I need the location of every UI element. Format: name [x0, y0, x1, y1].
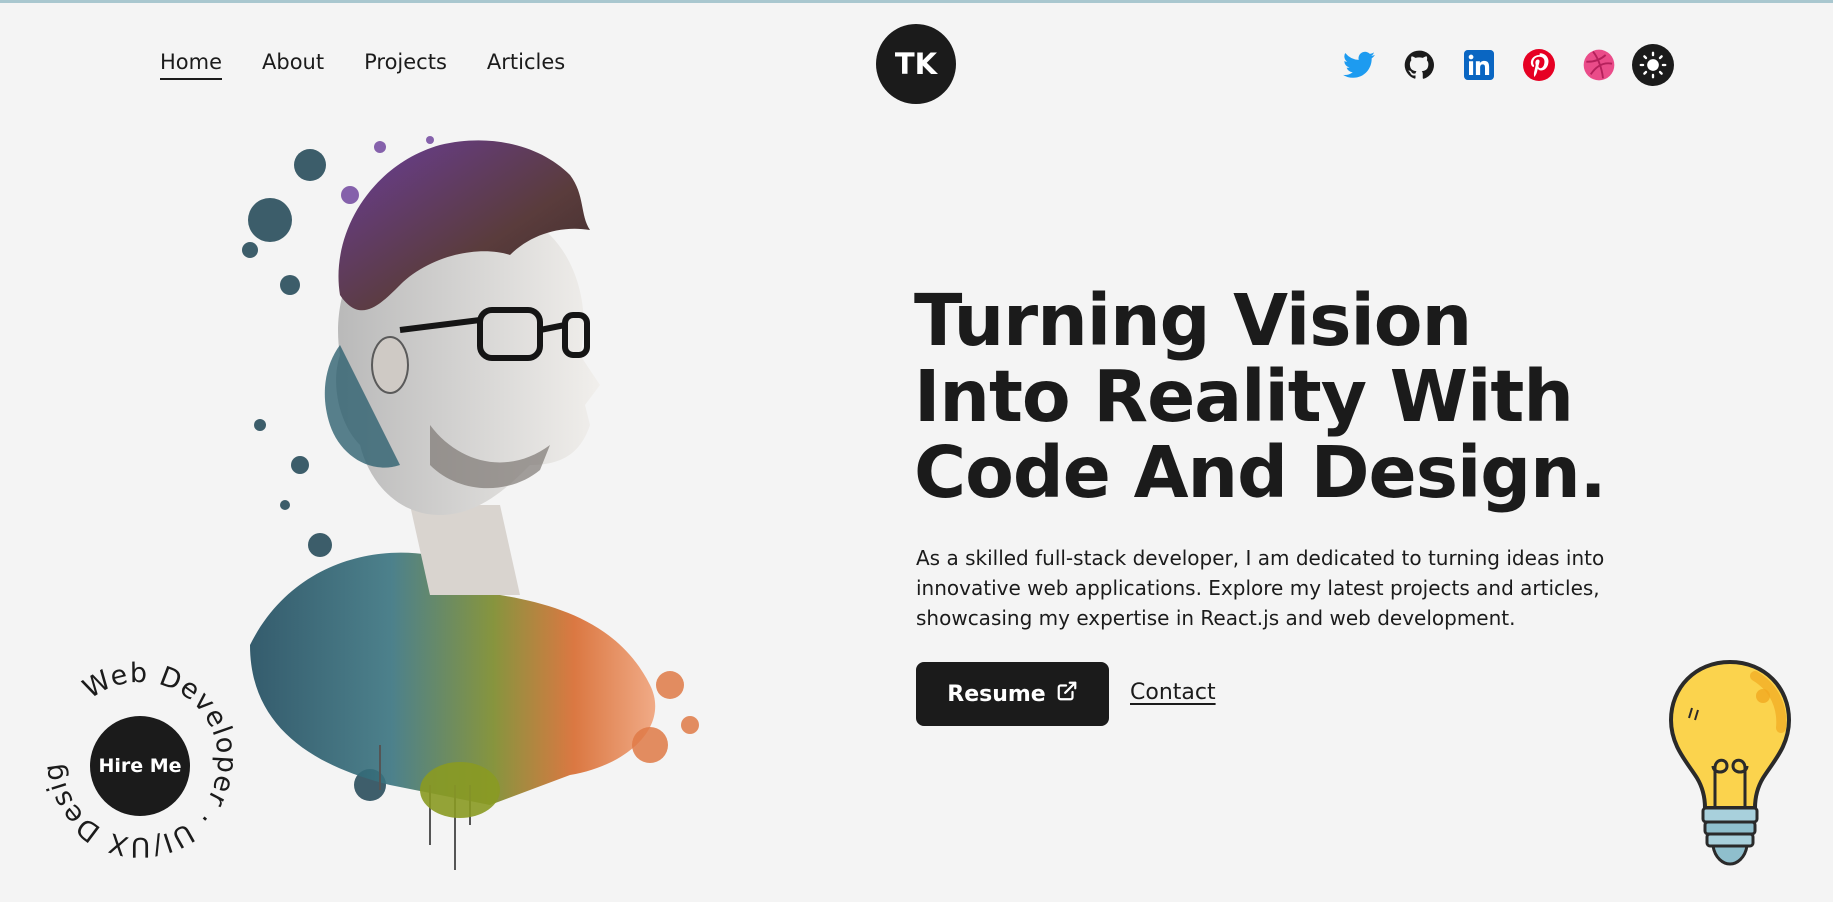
- pinterest-icon[interactable]: [1522, 48, 1556, 82]
- resume-button-label: Resume: [947, 681, 1046, 707]
- hero-title: Turning Vision Into Reality With Code An…: [914, 283, 1674, 511]
- hire-me-button[interactable]: Hire Me: [90, 716, 190, 816]
- social-links: [1342, 44, 1674, 86]
- nav-home[interactable]: Home: [160, 50, 223, 80]
- nav-about[interactable]: About: [262, 50, 324, 74]
- linkedin-icon[interactable]: [1462, 48, 1496, 82]
- contact-link[interactable]: Contact: [1130, 680, 1216, 705]
- top-border: [0, 0, 1833, 3]
- hero-description: As a skilled full-stack developer, I am …: [916, 546, 1605, 630]
- logo[interactable]: TK: [876, 24, 956, 104]
- hero-title-line-3: Code And Design.: [914, 431, 1607, 514]
- nav-articles[interactable]: Articles: [487, 50, 565, 74]
- hero-title-line-2: Into Reality With: [914, 355, 1574, 438]
- lightbulb-icon: [1668, 659, 1792, 866]
- resume-button[interactable]: Resume: [916, 662, 1109, 726]
- hero-title-line-1: Turning Vision: [914, 279, 1472, 362]
- nav-projects[interactable]: Projects: [364, 50, 447, 74]
- github-icon[interactable]: [1402, 48, 1436, 82]
- dribbble-icon[interactable]: [1582, 48, 1616, 82]
- twitter-icon[interactable]: [1342, 48, 1376, 82]
- main-nav: Home About Projects Articles: [160, 50, 565, 80]
- sun-icon[interactable]: [1632, 44, 1674, 86]
- external-link-icon: [1056, 680, 1078, 708]
- developer-portrait-image: [242, 136, 699, 870]
